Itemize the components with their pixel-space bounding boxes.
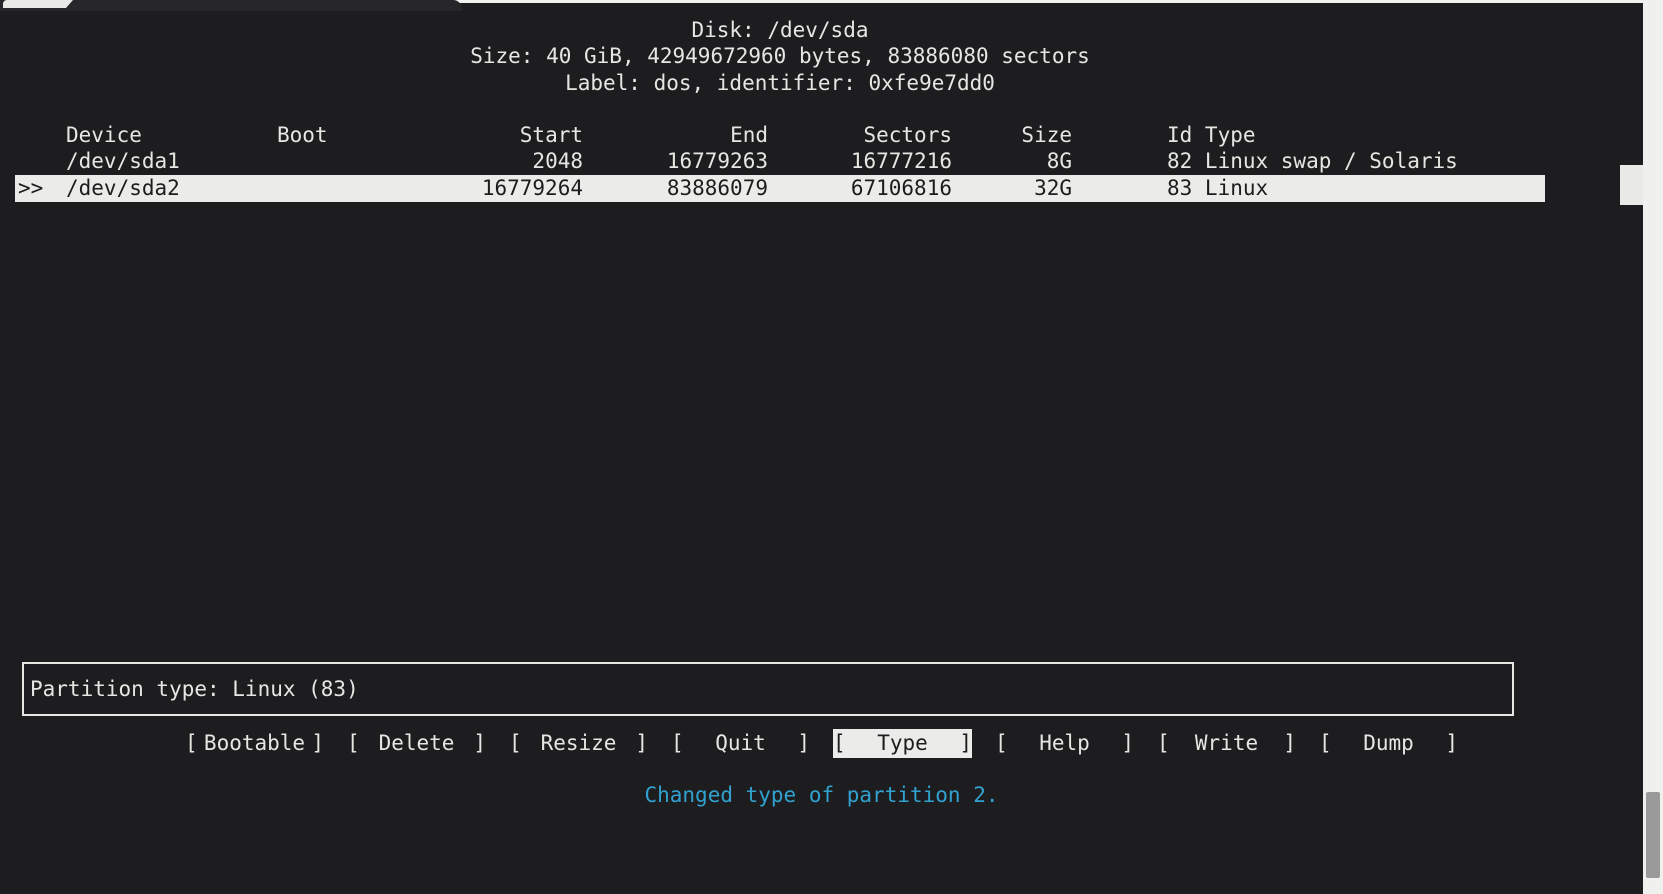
dump-button[interactable]: [ Dump ] — [1319, 729, 1458, 758]
button-label: Help — [1008, 729, 1122, 758]
button-label: Quit — [684, 729, 798, 758]
partition-row-sda1[interactable]: /dev/sda1 2048 16779263 16777216 8G 82 L… — [0, 148, 1643, 175]
button-label: Type — [846, 729, 960, 758]
cell-id-type: 83 Linux — [1072, 175, 1268, 202]
label-header-line: Label: dos, identifier: 0xfe9e7dd0 — [15, 70, 1545, 97]
bracket-left: [ — [1157, 729, 1170, 758]
delete-button[interactable]: [ Delete ] — [347, 729, 486, 758]
bracket-right: ] — [473, 729, 486, 758]
bracket-right: ] — [1121, 729, 1134, 758]
quit-button[interactable]: [ Quit ] — [671, 729, 810, 758]
background-tab-sliver[interactable] — [3, 0, 73, 8]
terminal-scrollbar-thumb[interactable] — [1620, 165, 1643, 205]
button-label: Bootable — [198, 729, 312, 758]
cell-sectors: 67106816 — [768, 175, 952, 202]
terminal-viewport: Disk: /dev/sda Size: 40 GiB, 42949672960… — [0, 0, 1643, 894]
column-header-id-type: Id Type — [1072, 122, 1256, 149]
partition-info-box: Partition type: Linux (83) — [22, 662, 1514, 716]
window-top-edge — [448, 0, 1643, 3]
cell-device: /dev/sda2 — [66, 175, 277, 202]
bracket-right: ] — [311, 729, 324, 758]
bracket-left: [ — [509, 729, 522, 758]
bracket-left: [ — [1319, 729, 1332, 758]
bracket-left: [ — [995, 729, 1008, 758]
selection-marker — [0, 148, 66, 175]
cell-end: 16779263 — [583, 148, 768, 175]
bracket-left: [ — [833, 729, 846, 758]
button-label: Dump — [1332, 729, 1446, 758]
resize-button[interactable]: [ Resize ] — [509, 729, 648, 758]
bracket-right: ] — [1445, 729, 1458, 758]
cfdisk-menu: [ Bootable ] [ Delete ] [ Resize ] [ Qui… — [0, 729, 1643, 758]
cell-id-type: 82 Linux swap / Solaris — [1072, 148, 1458, 175]
write-button[interactable]: [ Write ] — [1157, 729, 1296, 758]
cell-device: /dev/sda1 — [66, 148, 277, 175]
cell-size: 32G — [952, 175, 1072, 202]
partition-table-header: Device Boot Start End Sectors Size Id Ty… — [0, 122, 1643, 149]
column-header-boot: Boot — [277, 122, 407, 149]
cell-start: 16779264 — [407, 175, 583, 202]
bracket-left: [ — [185, 729, 198, 758]
cell-start: 2048 — [407, 148, 583, 175]
bracket-left: [ — [671, 729, 684, 758]
cell-end: 83886079 — [583, 175, 768, 202]
column-header-size: Size — [952, 122, 1072, 149]
cell-size: 8G — [952, 148, 1072, 175]
partition-type-text: Partition type: Linux (83) — [30, 676, 359, 703]
bracket-left: [ — [347, 729, 360, 758]
button-label: Resize — [522, 729, 636, 758]
bracket-right: ] — [635, 729, 648, 758]
bracket-right: ] — [959, 729, 972, 758]
partition-row-sda2-selected[interactable]: >> /dev/sda2 16779264 83886079 67106816 … — [0, 175, 1643, 202]
browser-scrollbar-track[interactable] — [1643, 0, 1663, 894]
column-header-end: End — [583, 122, 768, 149]
cell-boot — [277, 175, 407, 202]
button-label: Write — [1170, 729, 1284, 758]
browser-scrollbar-thumb[interactable] — [1646, 792, 1660, 878]
button-label: Delete — [360, 729, 474, 758]
bootable-button[interactable]: [ Bootable ] — [185, 729, 324, 758]
column-header-device: Device — [66, 122, 277, 149]
cfdisk-screen: Disk: /dev/sda Size: 40 GiB, 42949672960… — [0, 0, 1663, 894]
column-header-start: Start — [407, 122, 583, 149]
column-header-sectors: Sectors — [768, 122, 952, 149]
bracket-right: ] — [797, 729, 810, 758]
column-marker-spacer — [0, 122, 66, 149]
status-message: Changed type of partition 2. — [0, 782, 1643, 809]
size-header-line: Size: 40 GiB, 42949672960 bytes, 8388608… — [15, 43, 1545, 70]
help-button[interactable]: [ Help ] — [995, 729, 1134, 758]
cell-boot — [277, 148, 407, 175]
cell-sectors: 16777216 — [768, 148, 952, 175]
disk-header-line: Disk: /dev/sda — [15, 17, 1545, 44]
type-button-selected[interactable]: [ Type ] — [833, 729, 972, 758]
selection-marker: >> — [0, 175, 66, 202]
bracket-right: ] — [1283, 729, 1296, 758]
